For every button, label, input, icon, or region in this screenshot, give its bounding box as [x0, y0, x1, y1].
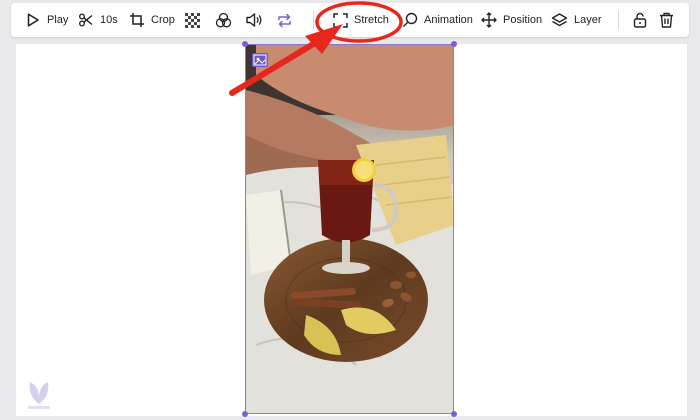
resize-handle-bottom-left[interactable]: [242, 411, 248, 417]
toolbar-separator: [618, 11, 619, 29]
toolbar-separator: [313, 11, 314, 29]
loop-icon: [276, 12, 293, 29]
filters-button[interactable]: [215, 3, 232, 37]
layer-label: Layer: [574, 14, 602, 26]
lock-button[interactable]: [633, 3, 647, 37]
stretch-label: Stretch: [354, 14, 389, 26]
animation-label: Animation: [424, 14, 473, 26]
resize-handle-top-left[interactable]: [242, 41, 248, 47]
crop-button[interactable]: Crop: [129, 3, 175, 37]
scissors-icon: [78, 12, 94, 28]
stretch-button[interactable]: Stretch: [333, 3, 389, 37]
clip-thumbnail: [246, 45, 453, 413]
loop-button[interactable]: [276, 3, 293, 37]
expand-icon: [333, 12, 348, 28]
delete-button[interactable]: [659, 3, 674, 37]
play-button[interactable]: Play: [25, 3, 68, 37]
speaker-icon: [245, 12, 263, 28]
play-label: Play: [47, 14, 69, 26]
animation-button[interactable]: Animation: [402, 3, 473, 37]
crop-label: Crop: [151, 14, 175, 26]
watermark-logo: [24, 378, 54, 412]
toolbar: Play 10s Crop Stretch Animation Position…: [11, 3, 689, 37]
selected-video-clip[interactable]: [245, 44, 454, 414]
transparency-button[interactable]: [185, 3, 200, 37]
layers-icon: [551, 12, 568, 28]
animation-icon: [402, 12, 418, 28]
play-icon: [25, 12, 41, 28]
move-icon: [481, 12, 497, 28]
trash-icon: [659, 12, 674, 28]
duration-label: 10s: [100, 14, 118, 26]
layer-button[interactable]: Layer: [551, 3, 602, 37]
split-duration-button[interactable]: 10s: [78, 3, 118, 37]
unlock-icon: [633, 12, 647, 28]
resize-handle-top-right[interactable]: [451, 41, 457, 47]
filters-icon: [215, 12, 232, 29]
position-button[interactable]: Position: [481, 3, 542, 37]
crop-icon: [129, 12, 145, 28]
transparency-icon: [185, 12, 200, 28]
clip-type-badge-icon: [252, 53, 268, 67]
volume-button[interactable]: [245, 3, 263, 37]
resize-handle-bottom-right[interactable]: [451, 411, 457, 417]
position-label: Position: [503, 14, 543, 26]
